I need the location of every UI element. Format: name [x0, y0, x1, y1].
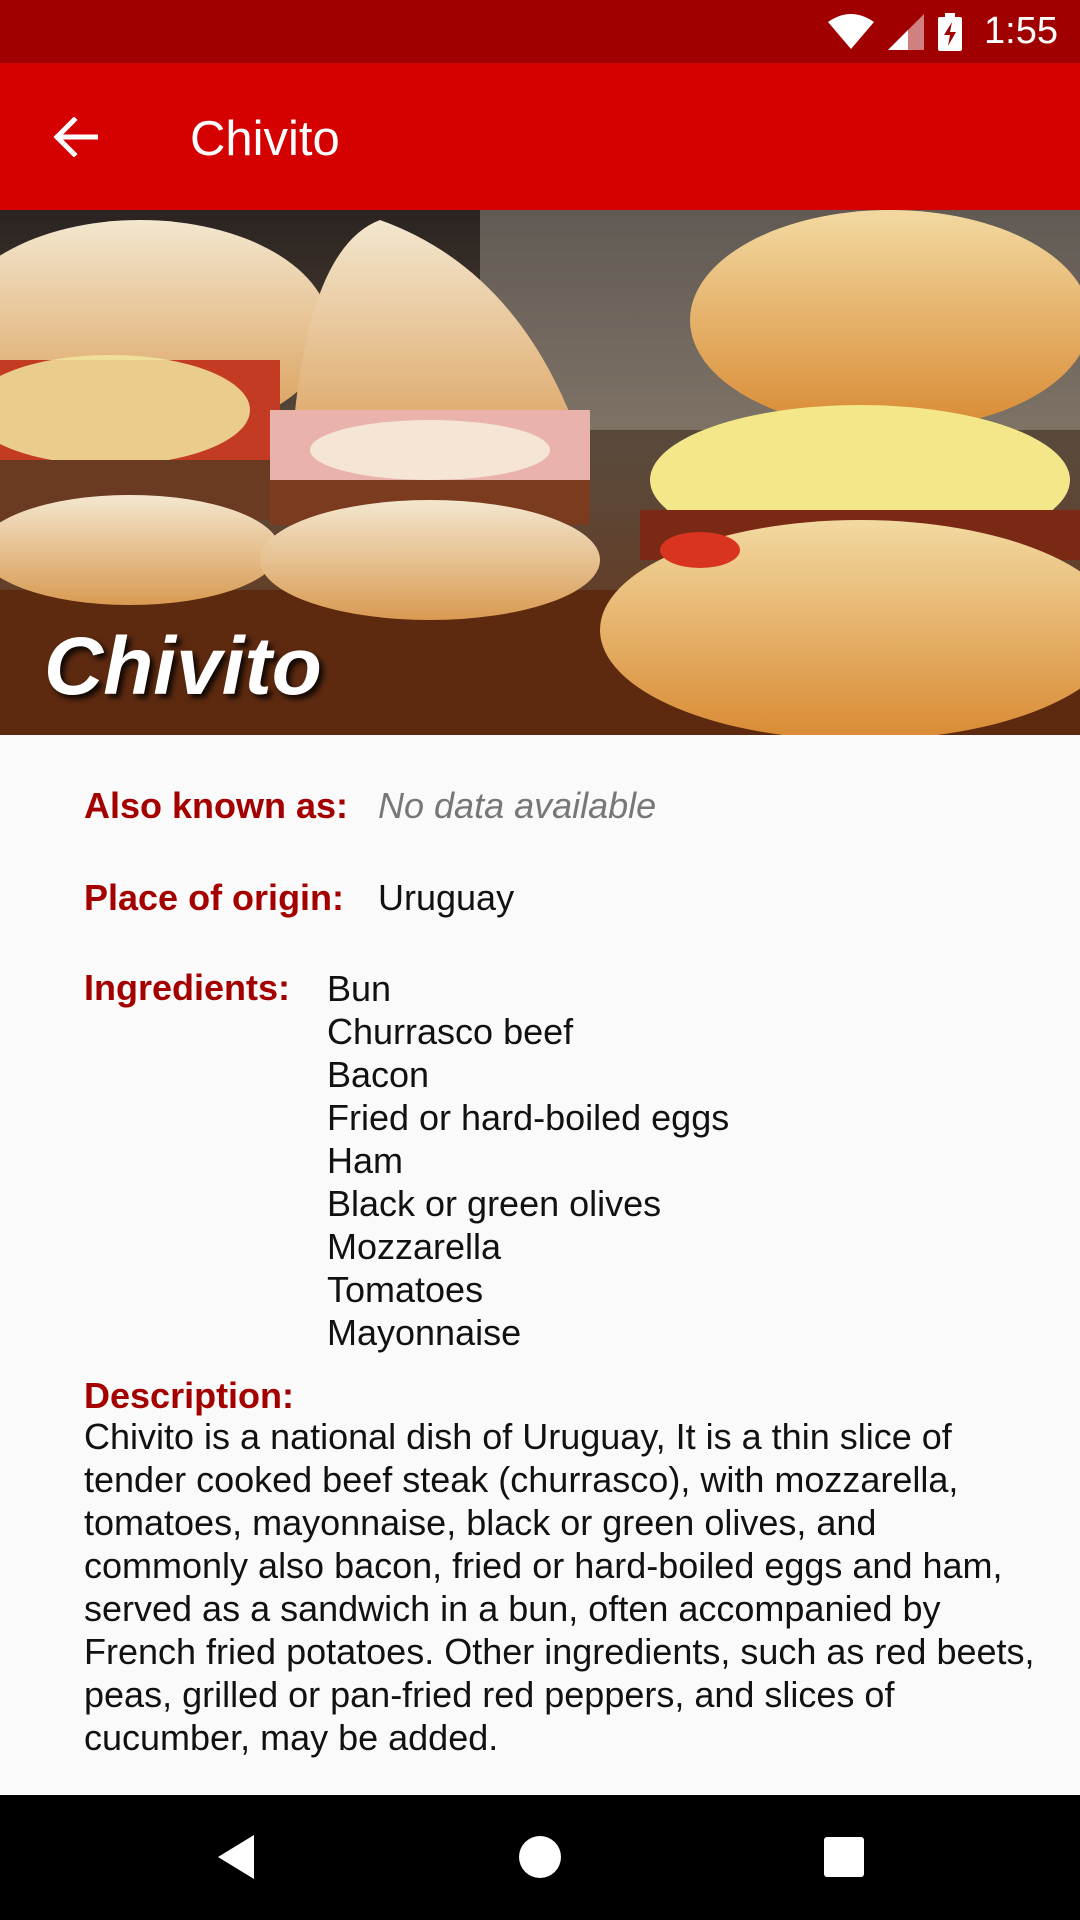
ingredient-item: Bun: [327, 968, 392, 1009]
ingredient-item: Ham: [327, 1140, 404, 1181]
detail-content: Also known as: No data available Place o…: [0, 735, 1080, 1795]
wifi-icon: [828, 13, 875, 49]
status-icons: 1:55: [828, 0, 1058, 63]
also-known-as-value: No data available: [378, 785, 657, 826]
status-bar: 1:55: [0, 0, 1080, 63]
also-known-as-row: Also known as: No data available: [84, 785, 656, 827]
ingredient-item: Mozzarella: [327, 1226, 502, 1267]
triangle-back-icon: [218, 1835, 254, 1879]
back-button[interactable]: [40, 107, 110, 167]
description-label: Description:: [84, 1375, 295, 1416]
nav-home-button[interactable]: [510, 1827, 570, 1887]
hero-title: Chivito: [44, 621, 322, 712]
ingredient-item: Fried or hard-boiled eggs: [327, 1097, 730, 1138]
ingredient-item: Bacon: [327, 1054, 430, 1095]
arrow-left-icon: [53, 117, 98, 157]
place-of-origin-value: Uruguay: [378, 877, 515, 918]
nav-recents-button[interactable]: [814, 1827, 874, 1887]
description-text: Chivito is a national dish of Uruguay, I…: [84, 1416, 1035, 1758]
ingredient-item: Mayonnaise: [327, 1312, 522, 1353]
place-of-origin-label: Place of origin:: [84, 877, 345, 918]
ingredient-item: Tomatoes: [327, 1269, 484, 1310]
square-recents-icon: [824, 1837, 864, 1877]
place-of-origin-row: Place of origin: Uruguay: [84, 877, 514, 919]
hero-image: Chivito: [0, 210, 1080, 735]
also-known-as-label: Also known as:: [84, 785, 349, 826]
ingredients-row: Ingredients:: [84, 967, 290, 1009]
cell-signal-icon: [888, 13, 925, 50]
ingredients-label: Ingredients:: [84, 967, 291, 1008]
ingredient-item: Black or green olives: [327, 1183, 662, 1224]
ingredients-list: Bun Churrasco beef Bacon Fried or hard-b…: [327, 967, 729, 1354]
circle-home-icon: [519, 1836, 561, 1878]
status-time: 1:55: [984, 10, 1058, 52]
app-bar: Chivito: [0, 63, 1080, 210]
ingredient-item: Churrasco beef: [327, 1011, 574, 1052]
battery-charging-icon: [938, 12, 963, 51]
app-bar-title: Chivito: [190, 112, 340, 166]
nav-back-button[interactable]: [206, 1827, 266, 1887]
navigation-bar: [0, 1795, 1080, 1920]
